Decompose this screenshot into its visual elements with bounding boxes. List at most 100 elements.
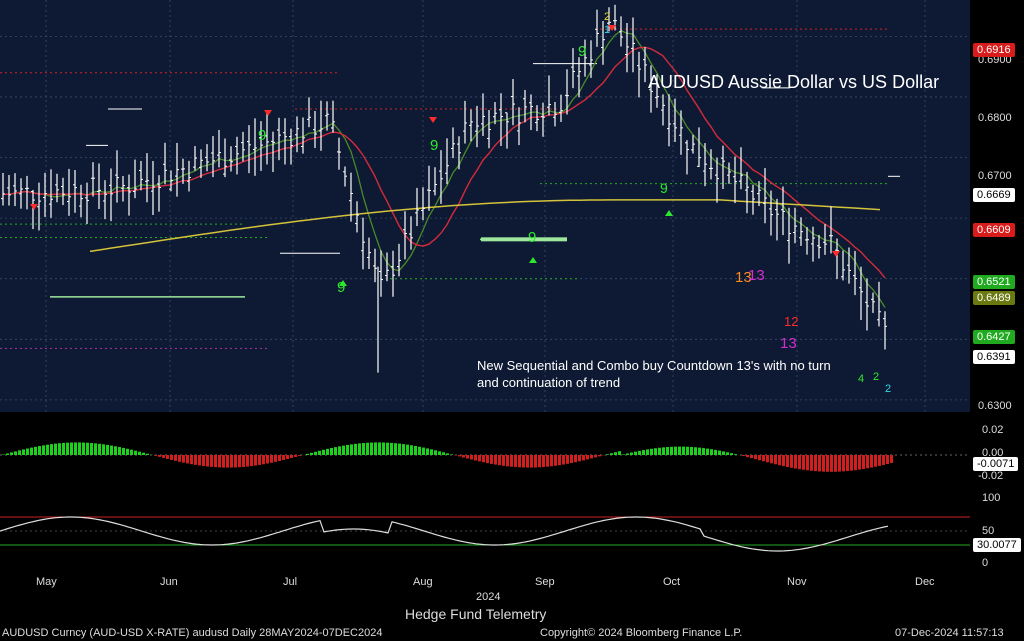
macd-bar bbox=[678, 446, 681, 455]
macd-bar bbox=[78, 442, 81, 455]
macd-bar bbox=[426, 448, 429, 455]
macd-bar bbox=[710, 449, 713, 455]
macd-bar bbox=[258, 455, 261, 465]
macd-bar bbox=[350, 444, 353, 455]
macd-bar bbox=[850, 455, 853, 471]
macd-bar bbox=[550, 455, 553, 467]
macd-bar bbox=[606, 454, 609, 455]
macd-bar bbox=[430, 449, 433, 455]
macd-bar bbox=[114, 446, 117, 455]
macd-bar bbox=[786, 455, 789, 467]
macd-bar bbox=[782, 455, 785, 467]
macd-bar bbox=[614, 452, 617, 455]
macd-bar bbox=[518, 455, 521, 468]
macd-bar bbox=[690, 446, 693, 455]
macd-bar bbox=[42, 445, 45, 455]
macd-bar bbox=[862, 455, 865, 470]
macd-bar bbox=[618, 451, 621, 455]
price-tag: 0.6489 bbox=[973, 291, 1015, 305]
year-label: 2024 bbox=[476, 591, 501, 603]
macd-bar bbox=[214, 455, 217, 468]
macd-bar bbox=[222, 455, 225, 468]
macd-bar bbox=[366, 442, 369, 455]
y-tick-3: 0.6300 bbox=[978, 400, 1012, 412]
chart-title: AUDUSD Aussie Dollar vs US Dollar bbox=[648, 72, 940, 92]
macd-bar bbox=[342, 445, 345, 455]
macd-bar bbox=[794, 455, 797, 469]
macd-bar bbox=[126, 448, 129, 455]
price-tag: 0.6391 bbox=[973, 350, 1015, 364]
macd-bar bbox=[158, 455, 161, 457]
macd-bar bbox=[694, 447, 697, 455]
macd-bar bbox=[586, 455, 589, 460]
macd-bar bbox=[370, 442, 373, 455]
macd-bar bbox=[582, 455, 585, 461]
macd-bar bbox=[34, 446, 37, 455]
macd-bar bbox=[498, 455, 501, 466]
macd-bar bbox=[278, 455, 281, 461]
macd-bar bbox=[762, 455, 765, 462]
macd-bar bbox=[630, 452, 633, 455]
price-tag: 0.6669 bbox=[973, 188, 1015, 202]
macd-bar bbox=[526, 455, 529, 468]
macd-bar bbox=[142, 452, 145, 455]
macd-bar bbox=[194, 455, 197, 465]
macd-bar bbox=[838, 455, 841, 472]
macd-bar bbox=[378, 442, 381, 455]
macd-bar bbox=[726, 452, 729, 455]
macd-bar bbox=[234, 455, 237, 468]
macd-bar bbox=[742, 455, 745, 457]
x-tick-aug: Aug bbox=[413, 576, 433, 588]
macd-bar bbox=[298, 455, 301, 456]
price-tag: 0.6521 bbox=[973, 275, 1015, 289]
macd-bar bbox=[486, 455, 489, 464]
macd-bar bbox=[826, 455, 829, 472]
macd-bar bbox=[230, 455, 233, 468]
macd-tick-2: -0.02 bbox=[978, 470, 1004, 482]
macd-bar bbox=[138, 451, 141, 455]
macd-bar bbox=[646, 449, 649, 455]
macd-bar bbox=[166, 455, 169, 459]
setup-9-label: 9 bbox=[258, 127, 266, 144]
macd-bar bbox=[146, 453, 149, 455]
bottom-caption: Hedge Fund Telemetry bbox=[405, 606, 547, 622]
macd-bar bbox=[570, 455, 573, 464]
x-tick-nov: Nov bbox=[787, 576, 807, 588]
macd-bar bbox=[434, 450, 437, 455]
macd-bar bbox=[238, 455, 241, 468]
macd-bar bbox=[86, 442, 89, 455]
rsi-value-tag: 30.0077 bbox=[973, 538, 1021, 552]
macd-bar bbox=[682, 446, 685, 455]
macd-bar bbox=[770, 455, 773, 464]
macd-bar bbox=[590, 455, 593, 459]
macd-bar bbox=[546, 455, 549, 467]
rsi-tick-1: 50 bbox=[982, 525, 995, 537]
macd-bar bbox=[206, 455, 209, 467]
macd-bar bbox=[702, 448, 705, 455]
macd-bar bbox=[306, 453, 309, 455]
macd-bar bbox=[658, 447, 661, 455]
macd-bar bbox=[534, 455, 537, 468]
price-tag: 0.6427 bbox=[973, 330, 1015, 344]
macd-bar bbox=[94, 443, 97, 455]
macd-bar bbox=[218, 455, 221, 468]
setup-9-label: 9 bbox=[337, 279, 345, 296]
combo-count-label: 2 bbox=[604, 11, 610, 23]
macd-bar bbox=[6, 453, 9, 455]
macd-bar bbox=[746, 455, 749, 458]
macd-bar bbox=[54, 443, 57, 455]
macd-bar bbox=[874, 455, 877, 467]
macd-bar bbox=[10, 452, 13, 455]
macd-bar bbox=[554, 455, 557, 466]
macd-bar bbox=[854, 455, 857, 471]
macd-bar bbox=[866, 455, 869, 469]
macd-bar bbox=[266, 455, 269, 464]
macd-bar bbox=[110, 445, 113, 455]
macd-bar bbox=[418, 446, 421, 455]
macd-bar bbox=[270, 455, 273, 463]
macd-bar bbox=[882, 455, 885, 465]
macd-bar bbox=[750, 455, 753, 459]
macd-bar bbox=[290, 455, 293, 459]
macd-bar bbox=[358, 443, 361, 455]
macd-bar bbox=[22, 449, 25, 455]
